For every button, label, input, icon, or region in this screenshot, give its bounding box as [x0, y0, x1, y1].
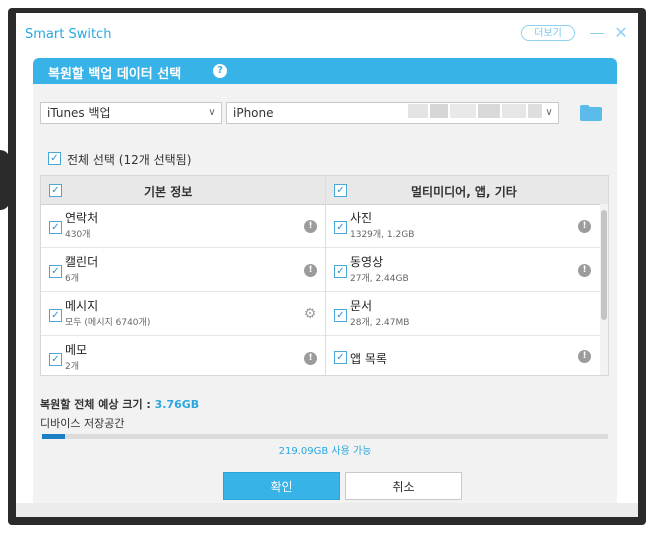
- item-name: 연락처: [65, 211, 99, 225]
- panel-header: 복원할 백업 데이터 선택 ?: [33, 58, 617, 84]
- help-icon[interactable]: ?: [213, 64, 227, 78]
- item-name: 앱 목록: [350, 352, 387, 366]
- list-item[interactable]: ✓ 동영상 27개, 2.44GB !: [326, 248, 600, 292]
- info-icon[interactable]: !: [578, 264, 591, 277]
- item-name: 동영상: [350, 255, 384, 269]
- scrollbar[interactable]: [600, 204, 608, 375]
- list-item[interactable]: ✓ 캘린더 6개 !: [41, 248, 325, 292]
- item-checkbox[interactable]: ✓: [49, 265, 62, 278]
- basic-column-title: 기본 정보: [144, 185, 193, 199]
- background-shape: [0, 150, 10, 210]
- list-item[interactable]: ✓ 문서 28개, 2.47MB: [326, 292, 600, 336]
- select-all-checkbox[interactable]: ✓: [48, 152, 61, 165]
- data-table: ✓ 기본 정보 ✓ 멀티미디어, 앱, 기타 ✓ 연락처 430개 ! ✓ 캘린…: [40, 175, 609, 376]
- storage-bar: [42, 434, 608, 439]
- item-count: 27개, 2.44GB: [350, 274, 409, 284]
- info-icon[interactable]: !: [304, 220, 317, 233]
- gear-icon[interactable]: ⚙: [303, 307, 317, 321]
- item-name: 메모: [65, 343, 88, 357]
- confirm-button[interactable]: 확인: [223, 472, 340, 500]
- select-all-label: 전체 선택 (12개 선택됨): [67, 153, 192, 167]
- item-count: 6개: [65, 274, 80, 284]
- item-checkbox[interactable]: ✓: [49, 221, 62, 234]
- list-item[interactable]: ✓ 앱 목록 !: [326, 336, 600, 380]
- list-item[interactable]: ✓ 메모 2개 !: [41, 336, 325, 380]
- storage-free-text: 219.09GB 사용 가능: [278, 446, 372, 457]
- basic-column-checkbox[interactable]: ✓: [49, 184, 62, 197]
- estimated-size-label: 복원할 전체 예상 크기 :: [40, 398, 155, 411]
- item-count: 28개, 2.47MB: [350, 318, 410, 328]
- info-icon[interactable]: !: [578, 220, 591, 233]
- item-count: 1329개, 1.2GB: [350, 230, 415, 240]
- item-checkbox[interactable]: ✓: [334, 221, 347, 234]
- item-count: 모두 (메시지 6740개): [65, 318, 151, 328]
- scroll-thumb[interactable]: [601, 210, 607, 320]
- info-icon[interactable]: !: [578, 350, 591, 363]
- list-item[interactable]: ✓ 연락처 430개 !: [41, 204, 325, 248]
- item-name: 사진: [350, 211, 373, 225]
- panel-body: iTunes 백업 ∨ iPhone ∨ ✓ 전체 선택 (12개 선택됨) ✓…: [33, 84, 617, 503]
- item-name: 문서: [350, 299, 373, 313]
- item-checkbox[interactable]: ✓: [49, 353, 62, 366]
- list-item[interactable]: ✓ 사진 1329개, 1.2GB !: [326, 204, 600, 248]
- backup-type-value: iTunes 백업: [47, 106, 111, 120]
- chevron-down-icon: ∨: [545, 107, 553, 118]
- panel-title: 복원할 백업 데이터 선택: [48, 67, 182, 82]
- item-checkbox[interactable]: ✓: [334, 309, 347, 322]
- device-value: iPhone: [233, 106, 274, 120]
- item-checkbox[interactable]: ✓: [334, 351, 347, 364]
- app-title: Smart Switch: [25, 27, 112, 42]
- chevron-down-icon: ∨: [208, 107, 216, 118]
- item-count: 2개: [65, 362, 80, 372]
- minimize-icon[interactable]: [590, 23, 604, 37]
- media-column-title: 멀티미디어, 앱, 기타: [411, 185, 517, 199]
- smart-switch-window: Smart Switch 더보기 ✕ 복원할 백업 데이터 선택 ? iTune…: [16, 13, 638, 503]
- item-count: 430개: [65, 230, 91, 240]
- info-icon[interactable]: !: [304, 264, 317, 277]
- backup-type-select[interactable]: iTunes 백업 ∨: [40, 102, 222, 124]
- media-column-checkbox[interactable]: ✓: [334, 184, 347, 197]
- folder-icon[interactable]: [580, 105, 602, 121]
- item-name: 메시지: [65, 299, 99, 313]
- more-button[interactable]: 더보기: [521, 25, 575, 41]
- blurred-device-info: [408, 102, 543, 122]
- item-name: 캘린더: [65, 255, 99, 269]
- storage-label: 디바이스 저장공간: [40, 417, 125, 430]
- list-item[interactable]: ✓ 메시지 모두 (메시지 6740개) ⚙: [41, 292, 325, 336]
- item-checkbox[interactable]: ✓: [334, 265, 347, 278]
- storage-bar-fill: [42, 434, 65, 439]
- estimated-size: 복원할 전체 예상 크기 : 3.76GB: [40, 396, 199, 412]
- info-icon[interactable]: !: [304, 352, 317, 365]
- item-checkbox[interactable]: ✓: [49, 309, 62, 322]
- cancel-button[interactable]: 취소: [345, 472, 462, 500]
- window-bottom-bar: [16, 503, 638, 517]
- close-icon[interactable]: ✕: [614, 25, 628, 41]
- estimated-size-value: 3.76GB: [154, 398, 200, 411]
